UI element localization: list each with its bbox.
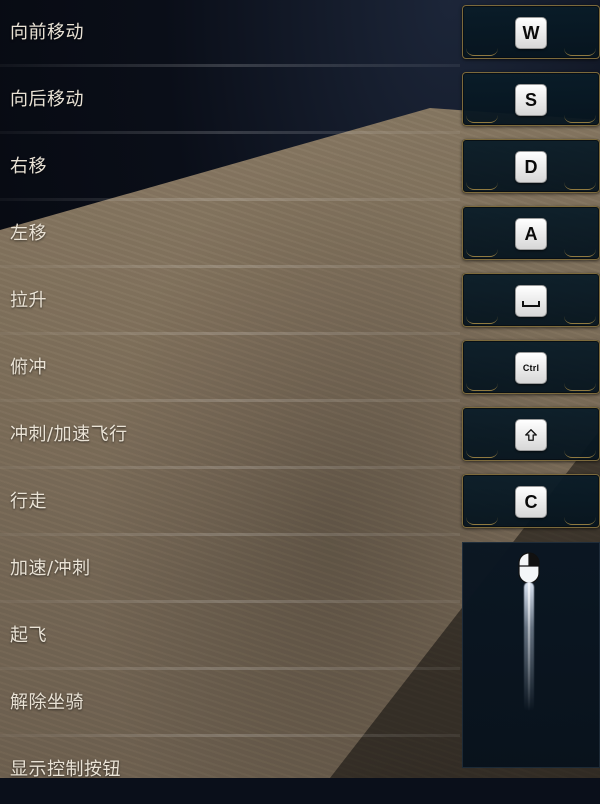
keycap-c: C [515,486,547,518]
control-label: 右移 [10,156,47,177]
keycap-ctrl: Ctrl [515,352,547,384]
control-row-backward: 向后移动 S [0,67,600,134]
keycap-space [515,285,547,317]
control-label: 向后移动 [10,89,84,110]
control-row-sprint-fly: 冲刺/加速飞行 [0,402,600,469]
control-row-dive: 俯冲 Ctrl [0,335,600,402]
control-label: 显示控制按钮 [10,759,121,780]
control-label: 拉升 [10,290,47,311]
mouse-right-button-icon [518,552,540,584]
control-row-ascend: 拉升 [0,268,600,335]
keybind-button-walk[interactable]: C [462,474,600,528]
keybind-button-sprint-fly[interactable] [462,407,600,461]
space-bar-icon [522,301,540,307]
keybind-button-dive[interactable]: Ctrl [462,340,600,394]
control-label: 冲刺/加速飞行 [10,424,128,445]
keycap-w: W [515,17,547,49]
keybind-button-backward[interactable]: S [462,72,600,126]
keycap-s: S [515,84,547,116]
control-label: 起飞 [10,625,47,646]
control-row-left: 左移 A [0,201,600,268]
control-row-boost-sprint: 加速/冲刺 [0,536,600,768]
control-label: 向前移动 [10,22,84,43]
keycap-d: D [515,151,547,183]
keybind-button-ascend[interactable] [462,273,600,327]
keycap-shift [515,419,547,451]
control-row-takeoff: 起飞 [0,603,600,670]
control-label: 加速/冲刺 [10,558,91,579]
shift-arrow-icon [525,429,537,441]
control-row-walk: 行走 C [0,469,600,536]
control-row-forward: 向前移动 W [0,0,600,67]
control-row-show-controls: 显示控制按钮 [0,737,600,804]
control-row-right: 右移 D [0,134,600,201]
controls-list: 向前移动 W 向后移动 S 右移 D 左移 A 拉升 俯冲 Ctrl 冲刺/加速… [0,0,600,780]
control-label: 俯冲 [10,357,47,378]
control-row-dismount: 解除坐骑 [0,670,600,737]
keybind-button-forward[interactable]: W [462,5,600,59]
control-label: 解除坐骑 [10,692,84,713]
keycap-a: A [515,218,547,250]
control-label: 行走 [10,491,47,512]
keybind-button-right[interactable]: D [462,139,600,193]
keybind-button-left[interactable]: A [462,206,600,260]
control-label: 左移 [10,223,47,244]
